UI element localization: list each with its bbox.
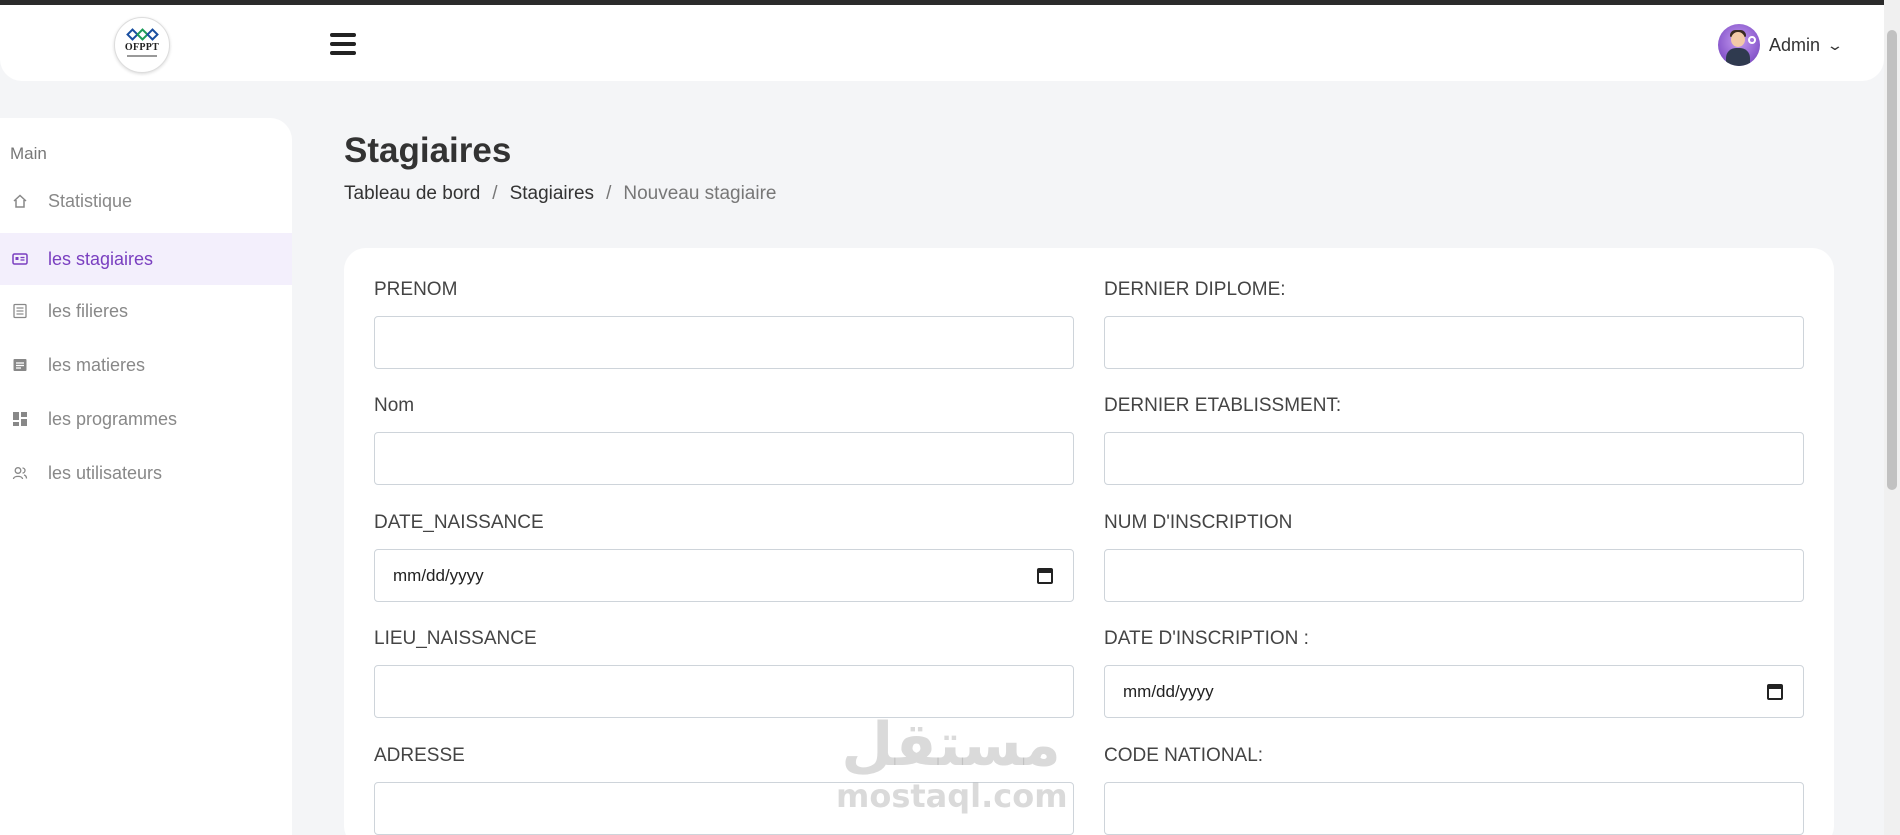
code-national-input[interactable] (1104, 782, 1804, 835)
document-icon (12, 357, 28, 373)
code-national-label: CODE NATIONAL: (1104, 745, 1264, 766)
chevron-down-icon[interactable]: ⌄ (1826, 37, 1844, 54)
dernier-diplome-input[interactable] (1104, 316, 1804, 369)
sidebar: Main Statistique les stagiaires les fili… (0, 118, 292, 835)
hamburger-icon[interactable] (330, 33, 356, 57)
num-inscription-input[interactable] (1104, 549, 1804, 602)
prenom-label: PRENOM (374, 279, 458, 300)
date-placeholder: mm/dd/yyyy (393, 565, 484, 585)
breadcrumb-separator: / (492, 183, 498, 204)
breadcrumb-current: Nouveau stagiaire (623, 183, 777, 204)
page-title: Stagiaires (344, 131, 512, 170)
lieu-naissance-label: LIEU_NAISSANCE (374, 628, 537, 649)
avatar[interactable] (1718, 24, 1760, 66)
sidebar-item-stagiaires[interactable]: les stagiaires (0, 233, 292, 285)
date-naissance-input[interactable]: mm/dd/yyyy (374, 549, 1074, 602)
grid-icon (12, 411, 28, 427)
scrollbar-thumb[interactable] (1887, 30, 1897, 490)
adresse-input[interactable] (374, 782, 1074, 835)
sidebar-item-utilisateurs[interactable]: les utilisateurs (0, 447, 292, 499)
breadcrumb-stagiaires-link[interactable]: Stagiaires (510, 183, 595, 205)
top-header: OFPPT Admin ⌄ (0, 5, 1884, 81)
prenom-input[interactable] (374, 316, 1074, 369)
date-inscription-label: DATE D'INSCRIPTION : (1104, 628, 1309, 649)
home-icon (12, 193, 28, 209)
list-icon (12, 303, 28, 319)
sidebar-section-title: Main (10, 144, 47, 163)
logo-text: OFPPT (124, 41, 160, 53)
date-placeholder: mm/dd/yyyy (1123, 681, 1214, 701)
calendar-icon[interactable] (1767, 683, 1783, 700)
dernier-etablissment-label: DERNIER ETABLISSMENT: (1104, 395, 1342, 416)
adresse-label: ADRESSE (374, 745, 465, 766)
sidebar-item-filieres[interactable]: les filieres (0, 285, 292, 337)
breadcrumb: Tableau de bord / Stagiaires / Nouveau s… (344, 183, 777, 205)
sidebar-item-label: les matieres (48, 354, 146, 375)
logo-mark-icon (125, 27, 159, 41)
date-inscription-input[interactable]: mm/dd/yyyy (1104, 665, 1804, 718)
nom-label: Nom (374, 395, 415, 416)
sidebar-item-statistique[interactable]: Statistique (0, 175, 292, 227)
ofppt-logo[interactable]: OFPPT (114, 17, 170, 73)
sidebar-item-matieres[interactable]: les matieres (0, 339, 292, 391)
stagiaire-form-card: PRENOM Nom DATE_NAISSANCE mm/dd/yyyy LIE… (344, 248, 1834, 835)
user-name: Admin (1769, 34, 1821, 55)
dernier-diplome-label: DERNIER DIPLOME: (1104, 279, 1286, 300)
user-menu[interactable]: Admin ⌄ (1718, 24, 1844, 66)
breadcrumb-dashboard-link[interactable]: Tableau de bord (344, 183, 480, 205)
num-inscription-label: NUM D'INSCRIPTION (1104, 512, 1293, 533)
sidebar-item-label: les filieres (48, 300, 129, 321)
nom-input[interactable] (374, 432, 1074, 485)
sidebar-item-label: les programmes (48, 408, 178, 429)
users-icon (12, 465, 28, 481)
page-scrollbar[interactable] (1884, 0, 1900, 835)
sidebar-item-programmes[interactable]: les programmes (0, 393, 292, 445)
sidebar-item-label: les utilisateurs (48, 462, 163, 483)
sidebar-item-label: les stagiaires (48, 248, 154, 269)
id-card-icon (12, 251, 28, 267)
sidebar-item-label: Statistique (48, 190, 133, 211)
breadcrumb-separator: / (606, 183, 612, 204)
dernier-etablissment-input[interactable] (1104, 432, 1804, 485)
calendar-icon[interactable] (1037, 567, 1053, 584)
lieu-naissance-input[interactable] (374, 665, 1074, 718)
date-naissance-label: DATE_NAISSANCE (374, 512, 544, 533)
